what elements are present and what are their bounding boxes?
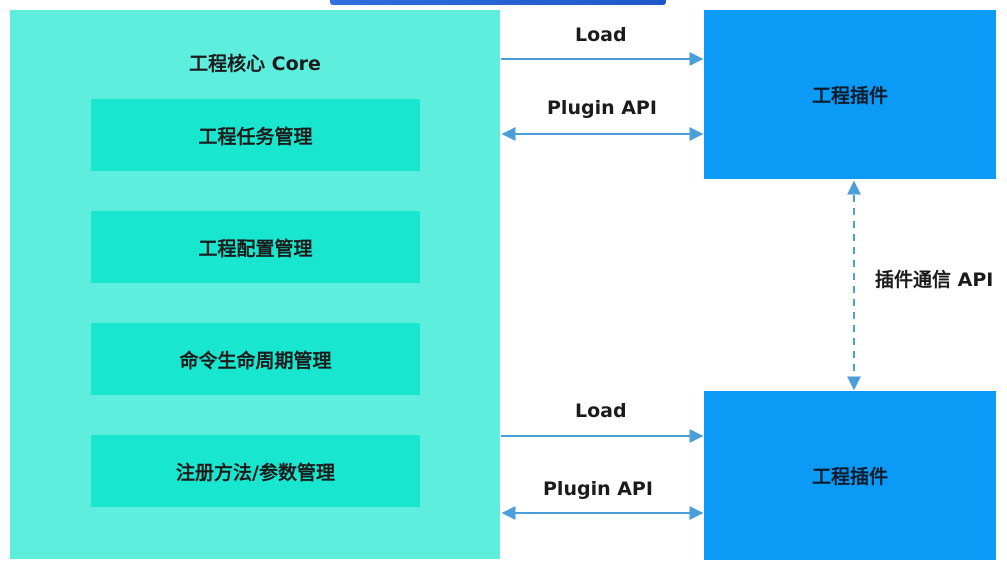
architecture-diagram: 工程核心 Core 工程任务管理 工程配置管理 命令生命周期管理 注册方法/参数… <box>0 0 1007 562</box>
connector-arrows <box>501 52 861 520</box>
